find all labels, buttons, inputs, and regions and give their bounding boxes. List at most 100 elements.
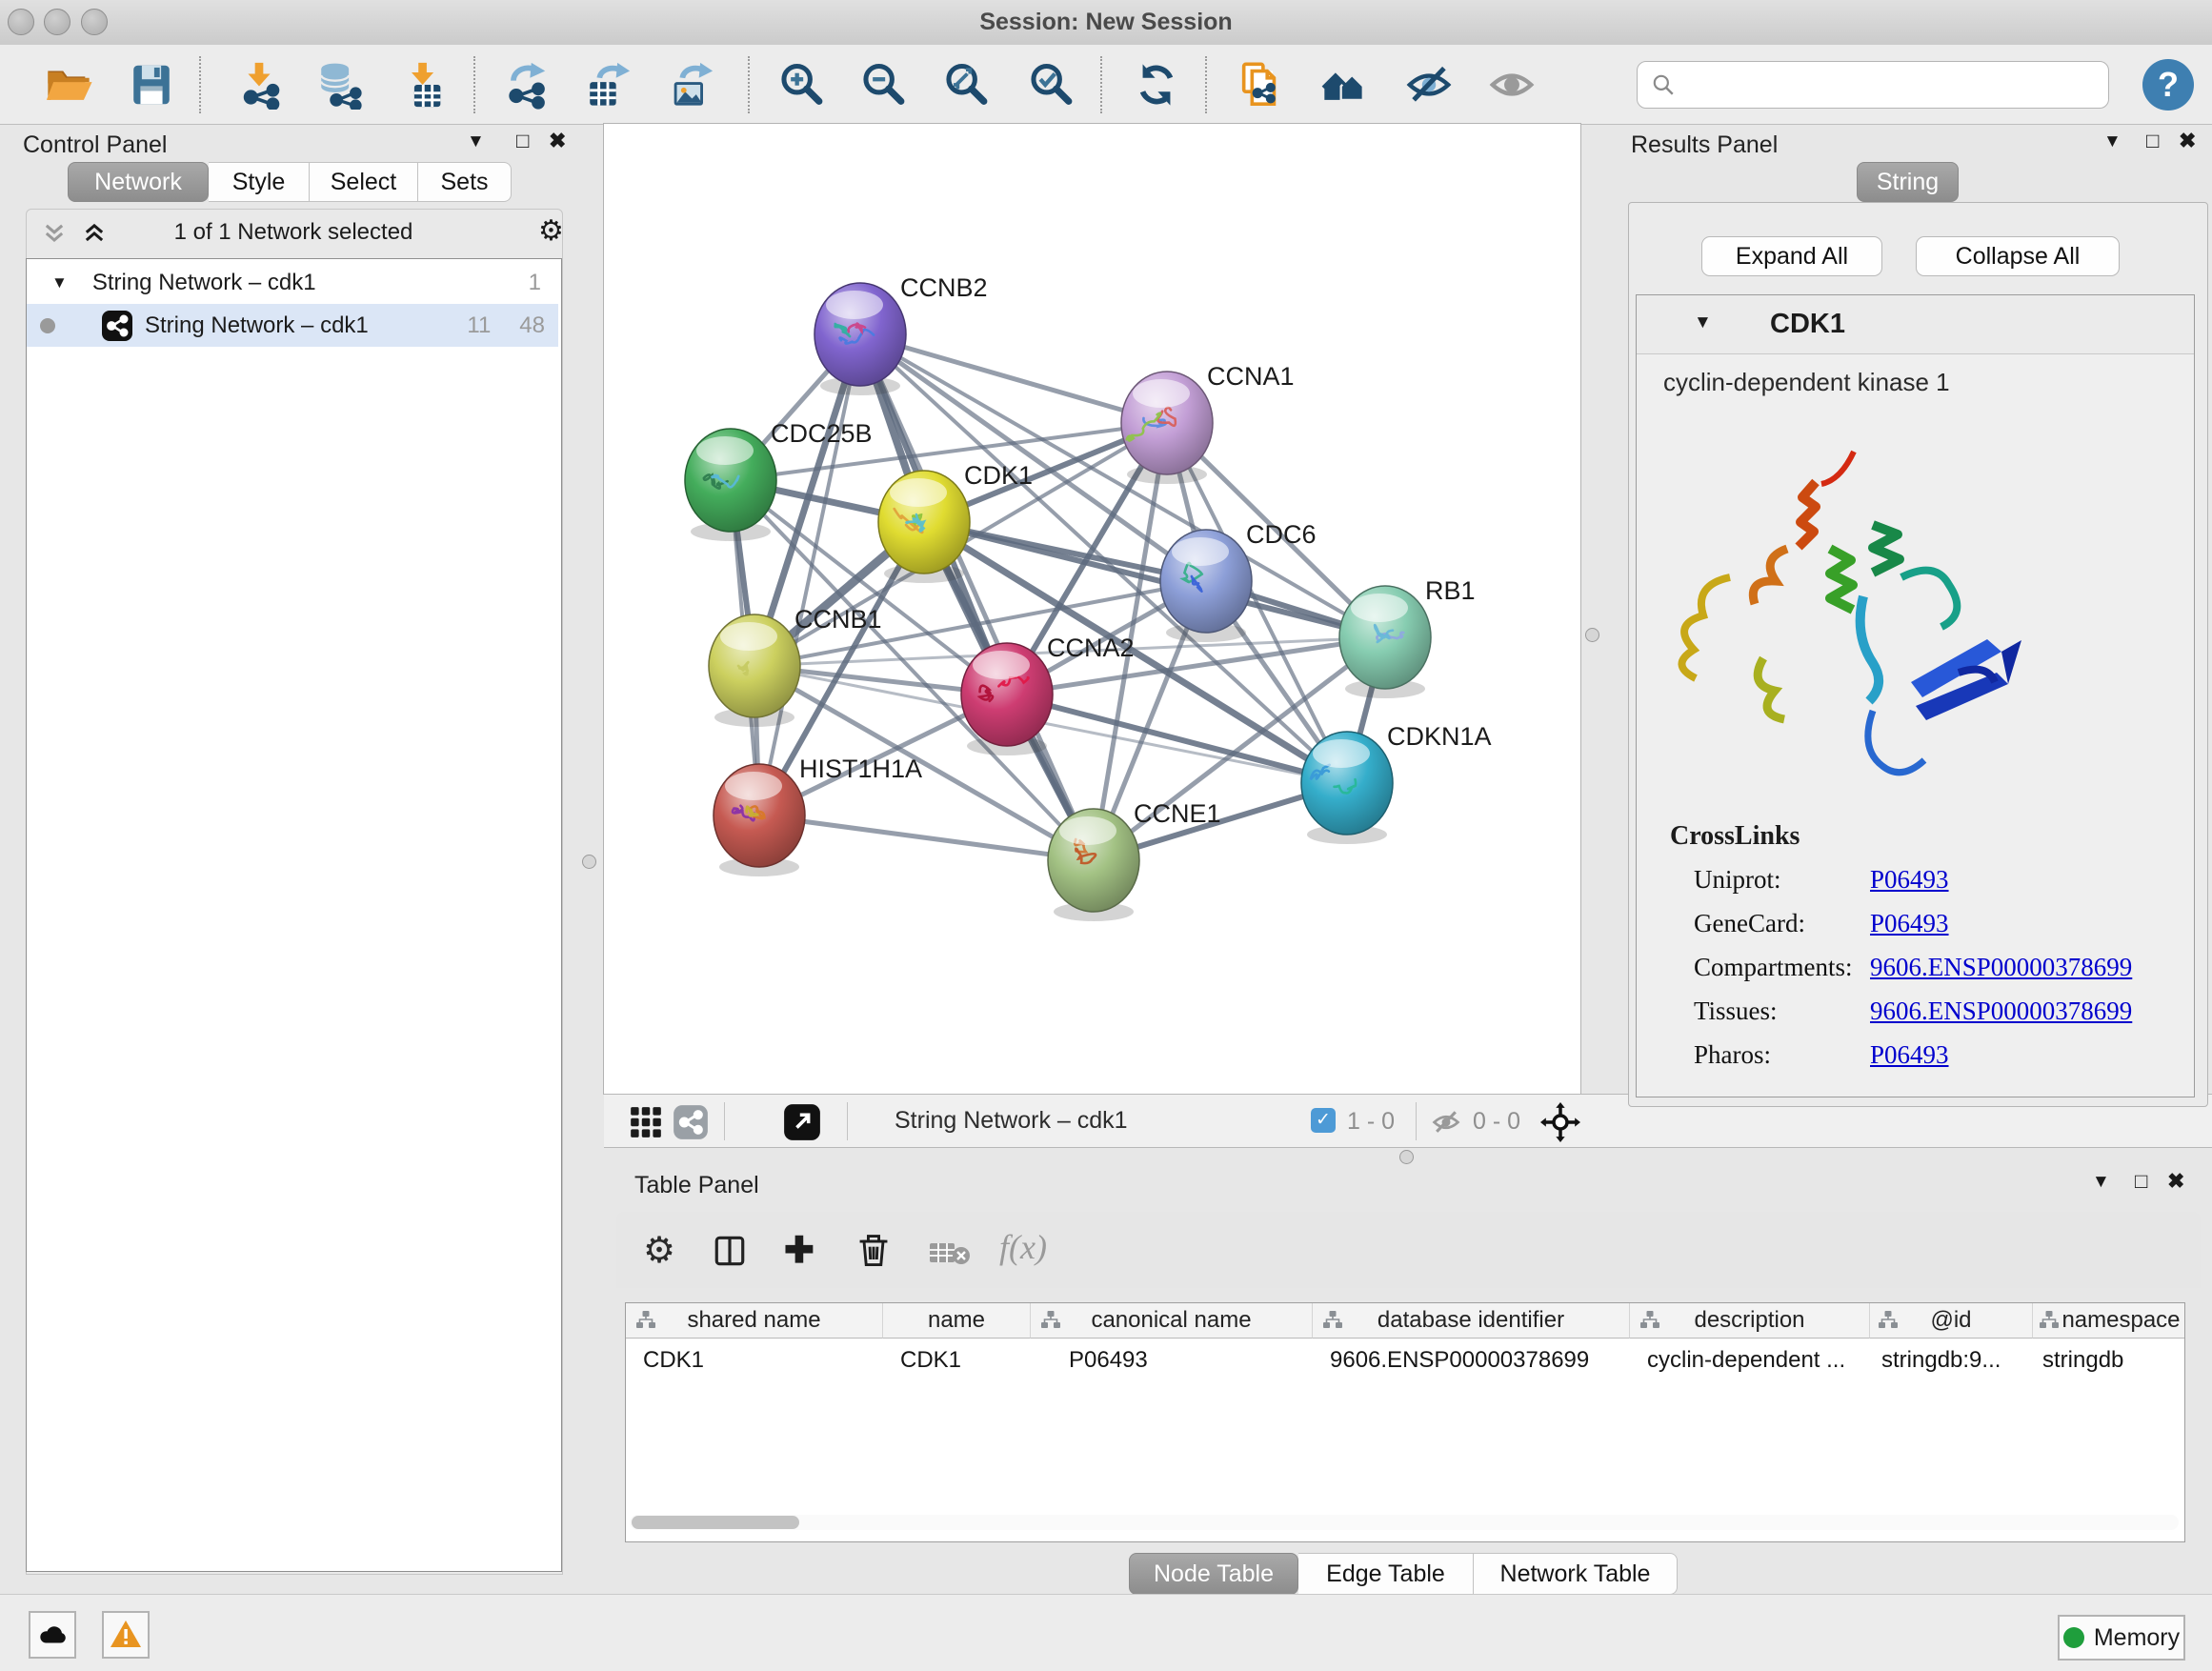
network-node-CCNB2[interactable]: CCNB2 — [814, 273, 988, 386]
table-cell[interactable]: P06493 — [1031, 1339, 1313, 1381]
column-header[interactable]: shared name — [626, 1303, 883, 1339]
export-network-icon[interactable] — [499, 58, 553, 111]
column-header[interactable]: namespace — [2033, 1303, 2184, 1339]
selected-checkbox[interactable]: ✓ — [1311, 1108, 1336, 1133]
show-all-icon[interactable] — [1485, 58, 1538, 111]
network-node-HIST1H1A[interactable]: HIST1H1A — [714, 755, 922, 867]
network-node-CDKN1A[interactable]: CDKN1A — [1301, 722, 1492, 835]
table-cell[interactable]: stringdb — [2033, 1339, 2184, 1381]
tree-row-collection[interactable]: ▼ String Network – cdk1 1 — [27, 261, 558, 304]
zoom-out-icon[interactable] — [856, 58, 910, 111]
new-network-from-selection-icon[interactable] — [1234, 58, 1287, 111]
tab-select[interactable]: Select — [310, 162, 418, 202]
clear-table-icon[interactable] — [929, 1240, 971, 1265]
tree-row-network[interactable]: String Network – cdk1 11 48 — [27, 304, 558, 347]
function-builder-icon[interactable]: f(x) — [999, 1227, 1047, 1267]
network-label: String Network – cdk1 — [145, 312, 369, 339]
import-network-file-icon[interactable] — [232, 58, 286, 111]
grid-view-icon[interactable] — [628, 1104, 664, 1140]
save-session-icon[interactable] — [125, 58, 178, 111]
first-neighbors-icon[interactable] — [1318, 58, 1372, 111]
tab-string[interactable]: String — [1857, 162, 1959, 202]
column-header[interactable]: name — [883, 1303, 1031, 1339]
string-network-graph[interactable]: CCNB2CCNA1CDC25BCDK1CDC6RB1CCNB1CCNA2CDK… — [604, 124, 1580, 1094]
expand-all-button[interactable]: Expand All — [1701, 236, 1882, 276]
network-node-CCNA1[interactable]: CCNA1 — [1121, 362, 1295, 474]
left-splitter-handle[interactable] — [582, 855, 596, 869]
crosslink-link[interactable]: P06493 — [1870, 1040, 1949, 1070]
cloud-button[interactable] — [29, 1611, 76, 1659]
memory-button[interactable]: Memory — [2058, 1615, 2185, 1661]
import-network-database-icon[interactable] — [312, 58, 366, 111]
bottom-splitter-handle[interactable] — [1399, 1150, 1414, 1164]
control-panel-title: Control Panel — [23, 131, 167, 159]
help-icon[interactable]: ? — [2142, 59, 2194, 111]
refresh-view-icon[interactable] — [1130, 58, 1183, 111]
network-node-CCNA2[interactable]: CCNA2 — [961, 634, 1135, 746]
network-node-RB1[interactable]: RB1 — [1339, 576, 1476, 689]
crosslink-link[interactable]: 9606.ENSP00000378699 — [1870, 953, 2132, 982]
zoom-selected-icon[interactable] — [1024, 58, 1077, 111]
column-header[interactable]: canonical name — [1031, 1303, 1313, 1339]
pan-crosshair-icon[interactable] — [1540, 1102, 1580, 1142]
panel-menu-icon[interactable]: ▼ — [2092, 1172, 2110, 1193]
tab-edge-table[interactable]: Edge Table — [1298, 1553, 1474, 1595]
column-header[interactable]: database identifier — [1313, 1303, 1630, 1339]
network-canvas[interactable]: CCNB2CCNA1CDC25BCDK1CDC6RB1CCNB1CCNA2CDK… — [604, 124, 1580, 1094]
table-cell[interactable]: CDK1 — [883, 1339, 1031, 1381]
panel-float-icon[interactable]: □ — [516, 129, 529, 153]
network-edge[interactable] — [759, 815, 1094, 860]
tab-network-table[interactable]: Network Table — [1474, 1553, 1678, 1595]
table-gear-icon[interactable]: ⚙ — [643, 1229, 675, 1272]
warnings-button[interactable] — [102, 1611, 150, 1659]
zoom-in-icon[interactable] — [774, 58, 828, 111]
tree-expander-icon[interactable]: ▼ — [51, 273, 68, 292]
crosslink-link[interactable]: P06493 — [1870, 909, 1949, 938]
section-collapse-icon[interactable]: ▼ — [1694, 312, 1712, 333]
delete-column-icon[interactable] — [855, 1231, 893, 1269]
tab-sets[interactable]: Sets — [418, 162, 512, 202]
tab-network[interactable]: Network — [68, 162, 209, 202]
column-settings-icon[interactable] — [712, 1233, 748, 1269]
collapse-all-button[interactable]: Collapse All — [1916, 236, 2120, 276]
network-view-icon[interactable] — [673, 1104, 709, 1140]
panel-close-icon[interactable]: ✖ — [549, 129, 566, 153]
zoom-fit-content-icon[interactable] — [939, 58, 993, 111]
table-horizontal-scrollbar[interactable] — [630, 1515, 2179, 1530]
search-icon — [1651, 72, 1676, 97]
table-cell[interactable]: stringdb:9... — [1870, 1339, 2033, 1381]
table-cell[interactable]: cyclin-dependent ... — [1630, 1339, 1870, 1381]
hide-selected-icon[interactable] — [1402, 58, 1456, 111]
search-input[interactable] — [1676, 70, 2080, 99]
add-column-icon[interactable]: ✚ — [784, 1229, 814, 1272]
column-header[interactable]: description — [1630, 1303, 1870, 1339]
hidden-eye-icon[interactable] — [1431, 1107, 1461, 1137]
panel-close-icon[interactable]: ✖ — [2167, 1169, 2184, 1194]
network-node-CCNE1[interactable]: CCNE1 — [1048, 799, 1221, 912]
crosslink-link[interactable]: 9606.ENSP00000378699 — [1870, 997, 2132, 1026]
import-table-file-icon[interactable] — [397, 58, 451, 111]
toolbar-separator — [748, 56, 750, 113]
column-header[interactable]: @id — [1870, 1303, 2033, 1339]
panel-float-icon[interactable]: □ — [2146, 129, 2159, 153]
network-edge[interactable] — [759, 334, 860, 815]
scrollbar-thumb[interactable] — [632, 1516, 799, 1529]
detach-view-icon[interactable] — [783, 1103, 821, 1141]
panel-float-icon[interactable]: □ — [2135, 1169, 2147, 1194]
right-splitter-handle[interactable] — [1585, 628, 1599, 642]
node-section-header[interactable]: ▼ CDK1 — [1637, 295, 2194, 354]
table-cell[interactable]: CDK1 — [626, 1339, 883, 1381]
gear-icon[interactable]: ⚙ — [538, 214, 564, 248]
crosslink-label: Tissues: — [1694, 997, 1778, 1026]
search-box[interactable] — [1637, 61, 2109, 109]
export-table-icon[interactable] — [581, 58, 634, 111]
crosslink-link[interactable]: P06493 — [1870, 865, 1949, 895]
open-session-icon[interactable] — [42, 58, 95, 111]
panel-menu-icon[interactable]: ▼ — [467, 131, 485, 152]
table-cell[interactable]: 9606.ENSP00000378699 — [1313, 1339, 1630, 1381]
tab-style[interactable]: Style — [209, 162, 310, 202]
panel-menu-icon[interactable]: ▼ — [2103, 131, 2122, 152]
panel-close-icon[interactable]: ✖ — [2179, 129, 2196, 153]
export-image-icon[interactable] — [664, 58, 717, 111]
tab-node-table[interactable]: Node Table — [1129, 1553, 1298, 1595]
